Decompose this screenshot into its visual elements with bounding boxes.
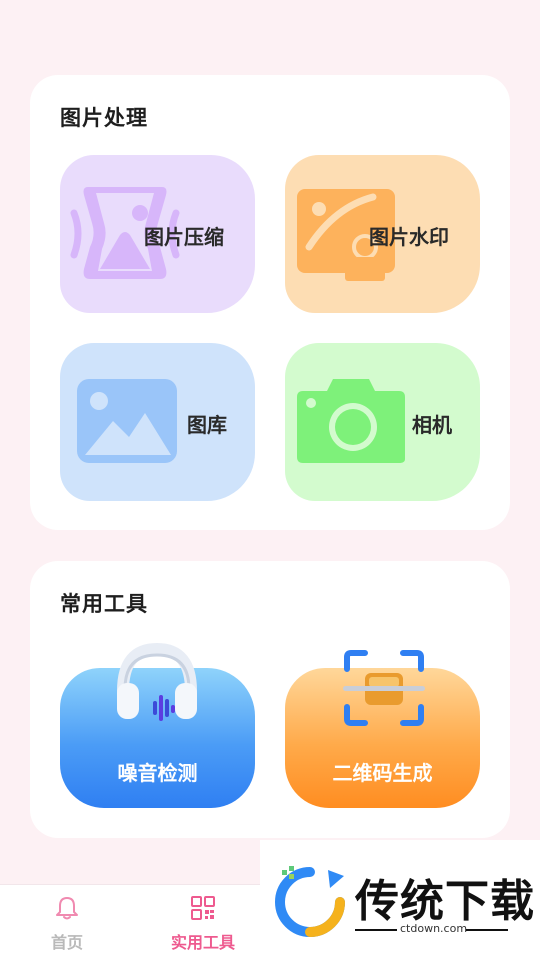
common-tools-card: 常用工具 噪音检测 二维码生成 xyxy=(30,561,510,838)
watermark-line-right xyxy=(466,929,508,931)
common-tools-title: 常用工具 xyxy=(60,592,148,616)
nav-home[interactable]: 首页 xyxy=(22,895,112,953)
qr-generate-label: 二维码生成 xyxy=(332,761,433,785)
camera-tile[interactable]: 相机 xyxy=(285,343,480,501)
watermark-line-left xyxy=(355,929,397,931)
image-processing-card: 图片处理 图片压缩 图片水印 图库 相机 xyxy=(30,75,510,530)
watermark-logo-icon xyxy=(275,866,345,937)
image-watermark-label: 图片水印 xyxy=(369,225,449,249)
nav-tools-label: 实用工具 xyxy=(170,933,235,952)
watermark-brand: 传统下载 xyxy=(355,876,535,927)
qr-scan-icon xyxy=(343,650,425,726)
site-watermark: 传统下载 ctdown.com xyxy=(260,840,540,960)
watermark-domain: ctdown.com xyxy=(400,922,468,935)
gallery-icon xyxy=(77,379,177,463)
camera-icon xyxy=(297,379,405,463)
headphones-icon xyxy=(117,642,197,721)
bell-icon xyxy=(56,897,78,920)
image-processing-title: 图片处理 xyxy=(60,106,148,130)
qr-grid-icon xyxy=(191,896,215,920)
nav-home-label: 首页 xyxy=(50,933,83,952)
image-compress-tile[interactable]: 图片压缩 xyxy=(60,155,255,313)
gallery-tile[interactable]: 图库 xyxy=(60,343,255,501)
gallery-label: 图库 xyxy=(187,413,227,437)
nav-tools[interactable]: 实用工具 xyxy=(158,895,248,953)
image-compress-label: 图片压缩 xyxy=(144,225,224,249)
camera-label: 相机 xyxy=(412,413,452,437)
noise-detect-label: 噪音检测 xyxy=(117,761,198,785)
image-watermark-tile[interactable]: 图片水印 xyxy=(285,155,480,313)
